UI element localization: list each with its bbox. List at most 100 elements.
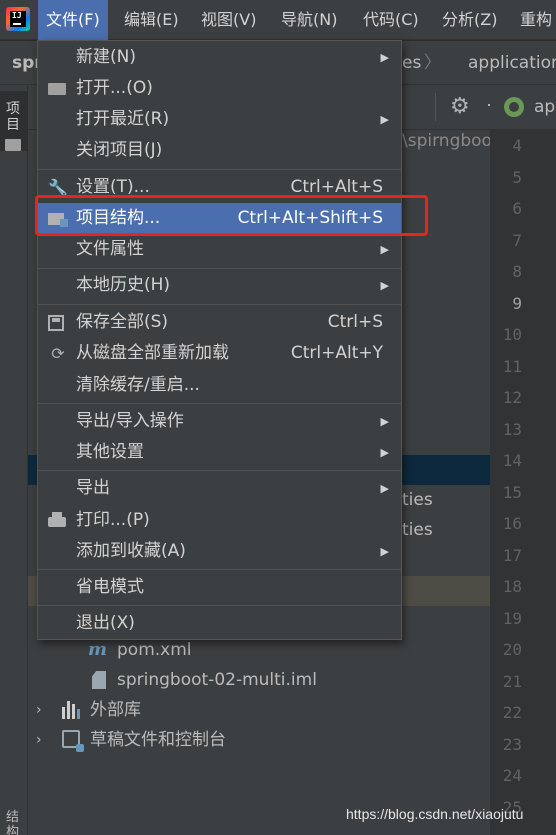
menu-item-label: 打印...(P): [76, 510, 150, 530]
menu-edit[interactable]: 编辑(E): [116, 0, 187, 40]
submenu-arrow-icon: ▶: [380, 446, 389, 459]
menu-item-settings[interactable]: 🔧 设置(T)... Ctrl+Alt+S: [38, 172, 401, 203]
menu-item-power-save-mode[interactable]: 省电模式: [38, 572, 401, 603]
menu-item-project-structure[interactable]: 项目结构... Ctrl+Alt+Shift+S: [38, 203, 401, 234]
line-number: 23: [502, 734, 522, 754]
menu-item-label: 打开...(O): [76, 78, 153, 98]
folder-open-icon: [48, 83, 66, 95]
menu-item-label: 导出/导入操作: [76, 411, 184, 431]
menu-item-local-history[interactable]: 本地历史(H) ▶: [38, 270, 401, 301]
line-number: 4: [512, 136, 522, 155]
line-number: 20: [502, 640, 522, 659]
menu-item-open-recent[interactable]: 打开最近(R) ▶: [38, 104, 401, 135]
menu-item-shortcut: Ctrl+Alt+Y: [290, 343, 383, 363]
reload-icon: ⟳: [51, 344, 65, 363]
menu-item-label: 省电模式: [76, 577, 144, 597]
tree-item-iml[interactable]: springboot-02-multi.iml: [117, 665, 317, 695]
menu-separator: [38, 569, 401, 570]
save-icon: [48, 315, 64, 331]
structure-tool-tab-label[interactable]: 结构: [6, 810, 22, 835]
file-menu-dropdown: 新建(N) ▶ 打开...(O) 打开最近(R) ▶ 关闭项目(J) 🔧 设置(…: [37, 40, 402, 640]
line-number: 7: [512, 230, 522, 250]
menu-item-export-import-settings[interactable]: 导出/导入操作 ▶: [38, 406, 401, 437]
project-tool-tab[interactable]: 项目: [0, 91, 28, 151]
menu-refactor[interactable]: 重构: [512, 0, 556, 40]
menu-analyze[interactable]: 分析(Z): [434, 0, 505, 40]
menu-item-label: 本地历史(H): [76, 275, 171, 295]
menu-item-label: 从磁盘全部重新加载: [76, 343, 229, 363]
project-structure-icon: [48, 213, 68, 227]
menu-file[interactable]: 文件(F): [38, 0, 108, 40]
line-number-current: 9: [512, 293, 522, 313]
wrench-icon: 🔧: [48, 178, 68, 197]
tree-item-external-libraries[interactable]: 外部库: [90, 695, 141, 725]
menu-item-label: 其他设置: [76, 442, 144, 462]
intellij-logo-icon: IJ: [6, 7, 30, 31]
scratches-icon: [62, 730, 84, 752]
menu-item-open[interactable]: 打开...(O): [38, 73, 401, 104]
line-number: 11: [502, 356, 522, 376]
menu-item-reload-from-disk[interactable]: ⟳ 从磁盘全部重新加载 Ctrl+Alt+Y: [38, 338, 401, 369]
project-path: \spirngboo: [402, 131, 492, 151]
line-number: 18: [502, 577, 522, 596]
line-number: 16: [502, 514, 522, 533]
menu-separator: [38, 403, 401, 404]
line-number: 24: [502, 766, 522, 785]
gear-icon[interactable]: ⚙: [450, 94, 470, 120]
tree-item-scratches[interactable]: 草稿文件和控制台: [90, 725, 226, 755]
line-number: 14: [502, 451, 522, 470]
line-number: 13: [502, 419, 522, 439]
submenu-arrow-icon: ▶: [380, 415, 389, 428]
spring-leaf-icon: [504, 97, 524, 117]
watermark-text: https://blog.csdn.net/xiaojutu: [346, 806, 524, 822]
menu-code[interactable]: 代码(C): [355, 0, 427, 40]
toolbar-divider: [435, 93, 436, 121]
chevron-right-icon[interactable]: ›: [36, 695, 42, 725]
line-number: 8: [512, 262, 522, 281]
menu-item-add-to-favorites[interactable]: 添加到收藏(A) ▶: [38, 536, 401, 567]
menu-item-label: 导出: [76, 478, 110, 498]
menu-item-file-properties[interactable]: 文件属性 ▶: [38, 234, 401, 265]
menu-bar: IJ 文件(F) 编辑(E) 视图(V) 导航(N) 代码(C) 分析(Z) 重…: [0, 0, 556, 40]
editor-tab-application[interactable]: ap: [534, 85, 555, 129]
submenu-arrow-icon: ▶: [380, 482, 389, 495]
menu-item-label: 项目结构...: [76, 208, 161, 228]
line-number: 19: [502, 608, 522, 628]
menu-item-invalidate-caches[interactable]: 清除缓存/重启...: [38, 370, 401, 401]
menu-item-new[interactable]: 新建(N) ▶: [38, 42, 401, 73]
menu-separator: [38, 169, 401, 170]
menu-item-exit[interactable]: 退出(X): [38, 608, 401, 639]
iml-file-icon: [92, 671, 106, 689]
editor-tab-bar: ap: [490, 85, 556, 130]
chevron-right-icon[interactable]: ›: [36, 725, 42, 755]
line-number: 17: [502, 545, 522, 565]
menu-item-label: 保存全部(S): [76, 312, 169, 332]
tree-item-properties-1[interactable]: ties: [402, 485, 433, 515]
submenu-arrow-icon: ▶: [380, 51, 389, 64]
menu-item-other-settings[interactable]: 其他设置 ▶: [38, 437, 401, 468]
line-number: 10: [502, 325, 522, 344]
menu-item-shortcut: Ctrl+Alt+S: [290, 177, 383, 197]
menu-item-label: 添加到收藏(A): [76, 541, 186, 561]
breadcrumb-resources[interactable]: es: [402, 41, 421, 85]
menu-item-label: 设置(T)...: [76, 177, 150, 197]
menu-navigate[interactable]: 导航(N): [273, 0, 345, 40]
tree-item-properties-2[interactable]: ties: [402, 515, 433, 545]
menu-item-print[interactable]: 打印...(P): [38, 505, 401, 536]
menu-item-shortcut: Ctrl+Alt+Shift+S: [237, 208, 383, 228]
left-tool-strip: 项目 结构: [0, 85, 28, 835]
menu-view[interactable]: 视图(V): [193, 0, 264, 40]
line-number: 21: [502, 671, 522, 691]
breadcrumb-application[interactable]: application: [468, 41, 556, 85]
menu-separator: [38, 268, 401, 269]
library-icon: [62, 701, 82, 719]
menu-item-close-project[interactable]: 关闭项目(J): [38, 135, 401, 166]
menu-item-export[interactable]: 导出 ▶: [38, 473, 401, 504]
submenu-arrow-icon: ▶: [380, 279, 389, 292]
menu-item-shortcut: Ctrl+S: [327, 312, 383, 332]
menu-item-save-all[interactable]: 保存全部(S) Ctrl+S: [38, 307, 401, 338]
submenu-arrow-icon: ▶: [380, 243, 389, 256]
project-tool-tab-label: 项目: [6, 101, 20, 133]
line-number: 22: [502, 703, 522, 722]
menu-item-label: 关闭项目(J): [76, 140, 163, 160]
